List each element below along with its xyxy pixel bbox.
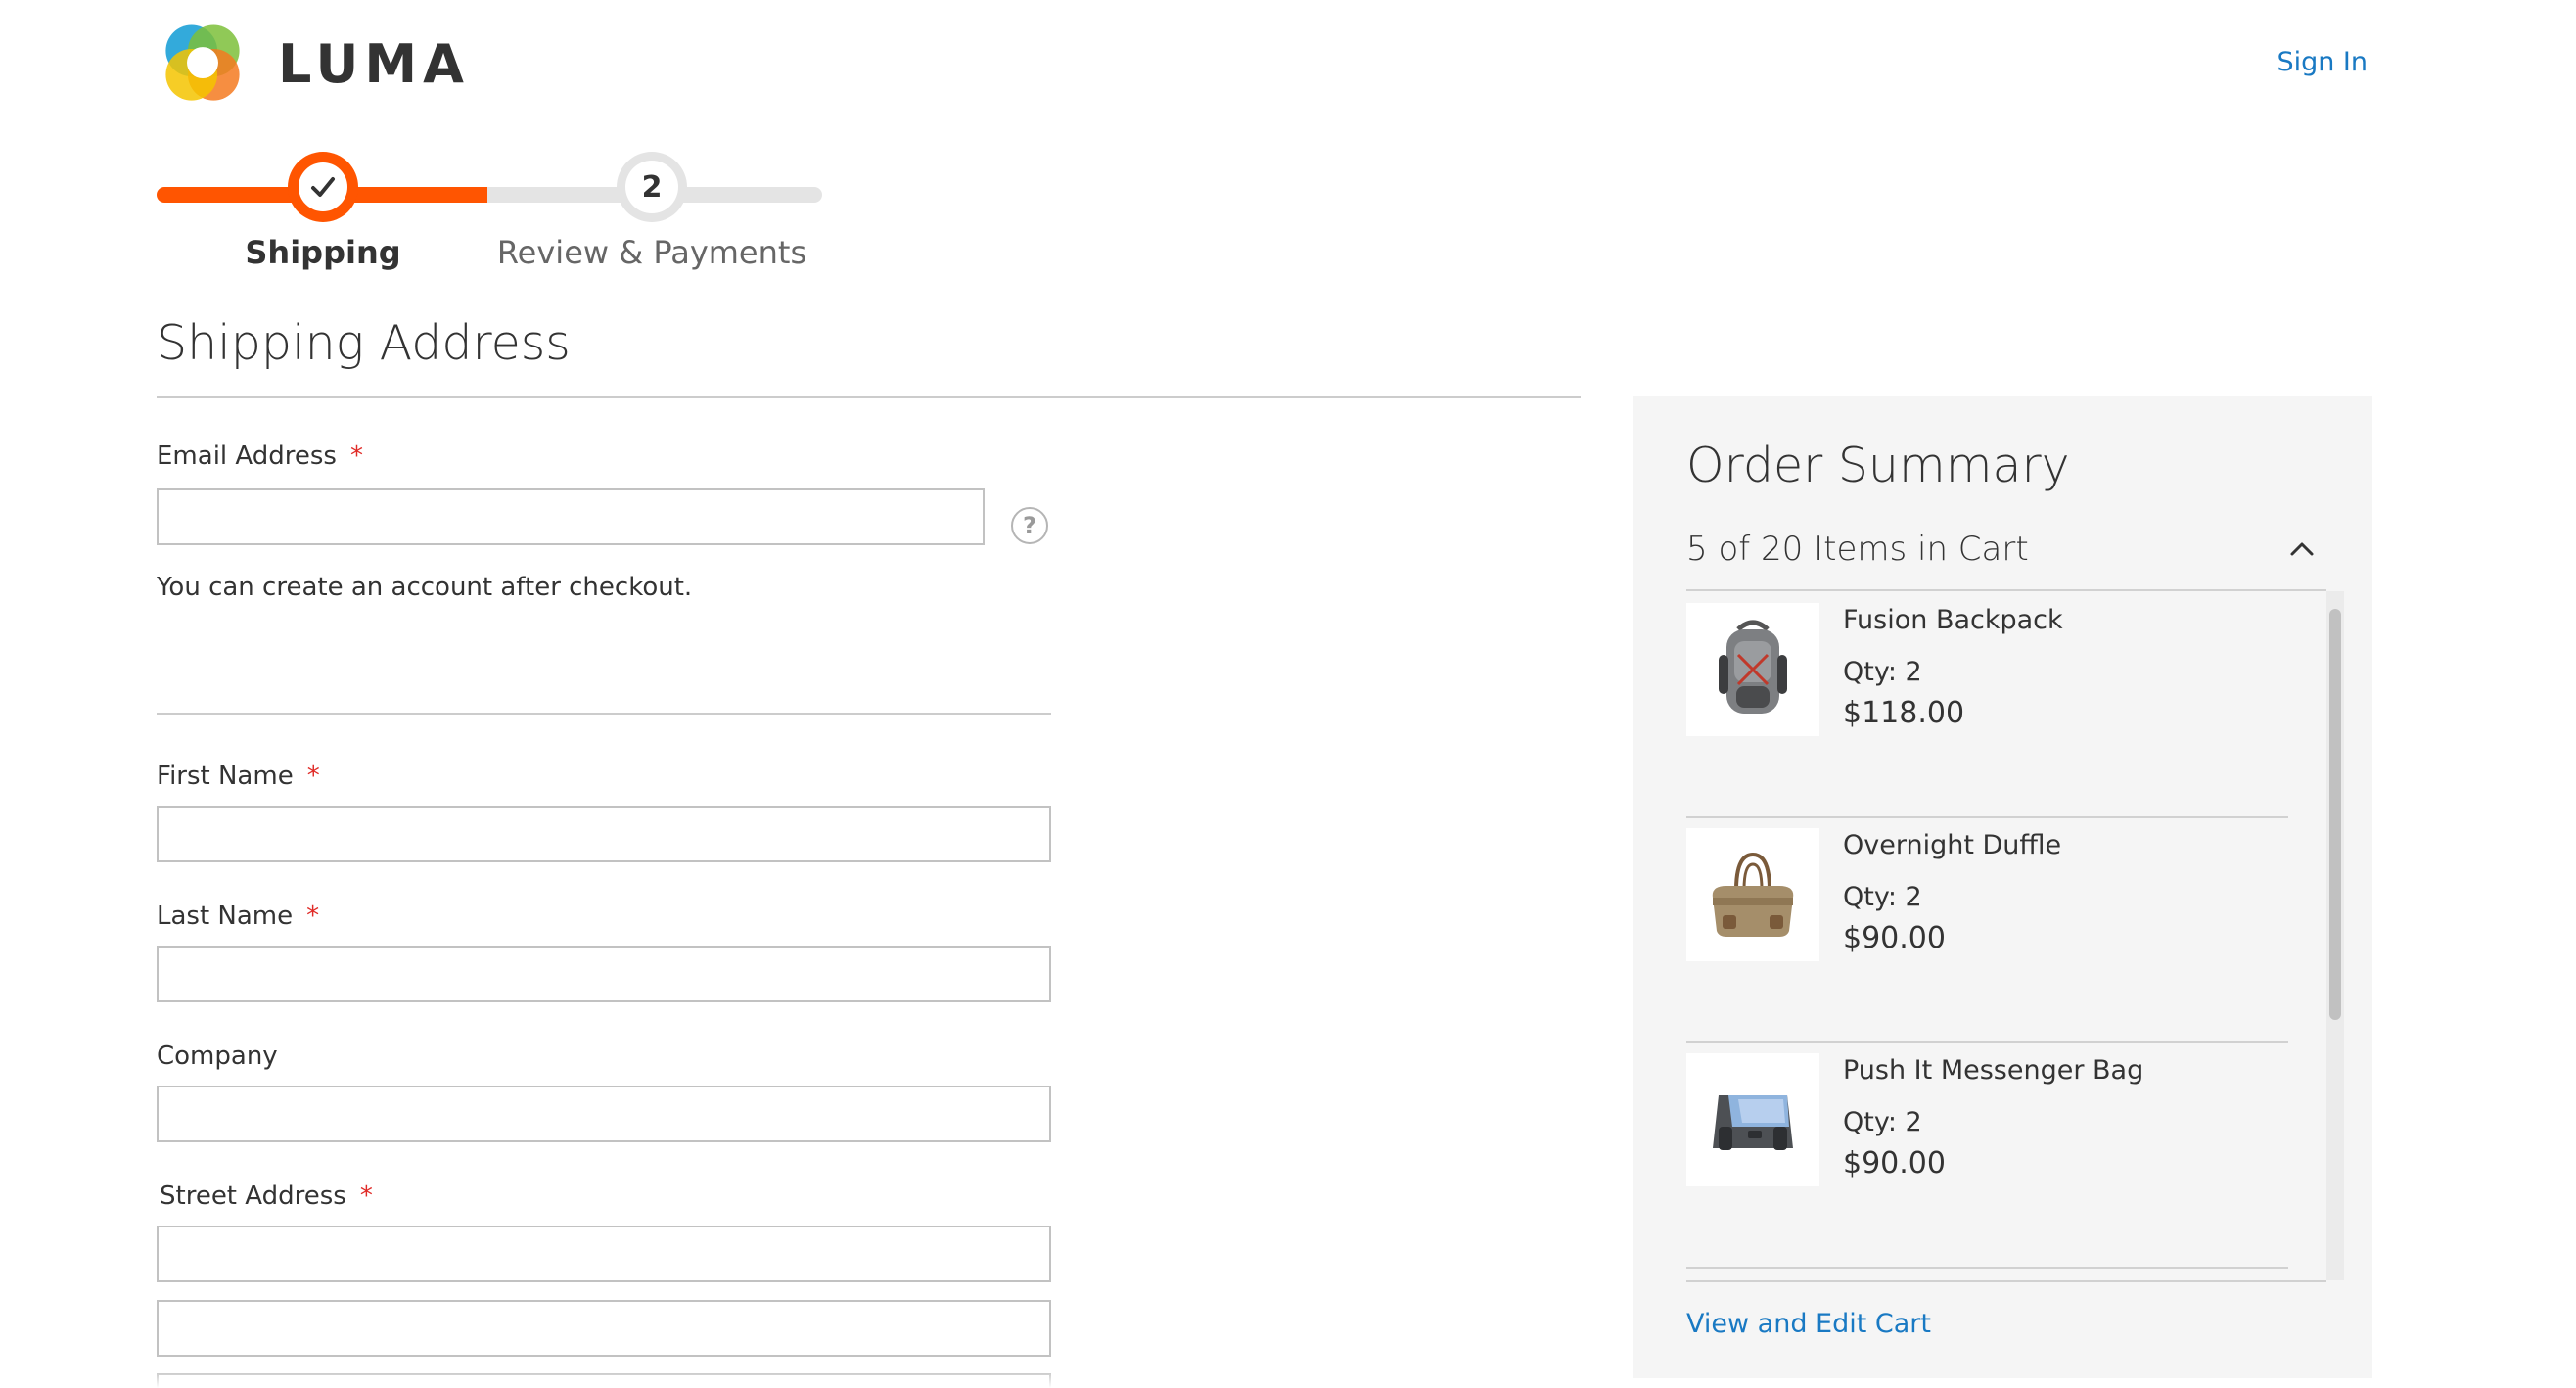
street-address-label: Street Address * [160,1181,373,1211]
product-thumbnail[interactable] [1686,828,1819,961]
step-review-indicator: 2 [617,152,687,222]
required-marker: * [306,902,320,931]
email-label: Email Address * [157,441,363,471]
required-marker: * [349,441,363,471]
last-name-label: Last Name * [157,902,319,931]
street-address-label-text: Street Address [160,1181,346,1211]
checkout-progress-bar: 2 Shipping Review & Payments [157,152,822,279]
last-name-label-text: Last Name [157,902,294,931]
shipping-address-title: Shipping Address [157,315,571,371]
first-name-label: First Name * [157,762,320,791]
logo-text: LUMA [278,32,470,95]
product-qty: Qty: 2 [1843,657,1922,687]
cart-items-count-toggle[interactable]: 5 of 20 Items in Cart [1686,530,2029,569]
list-item: Fusion Backpack Qty: 2 $118.00 [1686,591,2288,818]
company-field[interactable] [157,1086,1051,1142]
cart-items-list[interactable]: Fusion Backpack Qty: 2 $118.00 Overnight… [1686,591,2326,1280]
email-label-text: Email Address [157,441,337,471]
required-marker: * [306,762,320,791]
company-label: Company [157,1041,278,1071]
luma-logo-icon [165,24,240,101]
product-thumbnail[interactable] [1686,603,1819,736]
product-name: Overnight Duffle [1843,830,2062,860]
last-name-field[interactable] [157,946,1051,1002]
order-summary-panel: Order Summary 5 of 20 Items in Cart Fusi… [1633,396,2372,1378]
email-note: You can create an account after checkout… [157,573,693,602]
product-price: $90.00 [1843,1146,1946,1180]
product-price: $118.00 [1843,696,1965,730]
question-icon[interactable]: ? [1011,507,1048,544]
company-label-text: Company [157,1041,278,1071]
items-scrollbar[interactable] [2326,591,2344,1280]
order-summary-title: Order Summary [1686,438,2070,493]
list-item: Push It Messenger Bag Qty: 2 $90.00 [1686,1041,2288,1269]
product-qty: Qty: 2 [1843,882,1922,912]
items-list-bottom-divider [1686,1280,2326,1282]
list-item: Overnight Duffle Qty: 2 $90.00 [1686,816,2288,1043]
product-thumbnail[interactable] [1686,1053,1819,1186]
step-number: 2 [625,161,678,213]
step-review-payments-label: Review & Payments [496,234,807,271]
backpack-icon [1719,620,1787,714]
first-name-field[interactable] [157,806,1051,862]
items-scrollbar-thumb[interactable] [2329,609,2341,1020]
product-name: Push It Messenger Bag [1843,1055,2144,1086]
product-price: $90.00 [1843,921,1946,955]
step-shipping-label[interactable]: Shipping [245,234,400,271]
required-marker: * [359,1181,373,1211]
first-name-label-text: First Name [157,762,294,791]
luma-logo[interactable]: LUMA [157,18,470,110]
messenger-bag-icon [1713,1095,1793,1150]
street-address-line2-field[interactable] [157,1300,1051,1357]
email-field[interactable] [157,488,985,545]
duffle-bag-icon [1712,852,1794,937]
product-name: Fusion Backpack [1843,605,2063,635]
street-address-line1-field[interactable] [157,1226,1051,1282]
product-qty: Qty: 2 [1843,1107,1922,1137]
view-edit-cart-link[interactable]: View and Edit Cart [1686,1309,1931,1339]
step-shipping-indicator [288,152,358,222]
sign-in-link[interactable]: Sign In [2277,47,2368,77]
section-divider [157,396,1581,398]
form-divider [157,713,1051,715]
checkout-page: LUMA Sign In 2 Shipping Review & Payment… [0,0,2576,1388]
chevron-up-icon[interactable] [2288,539,2316,559]
checkmark-icon [311,177,335,197]
